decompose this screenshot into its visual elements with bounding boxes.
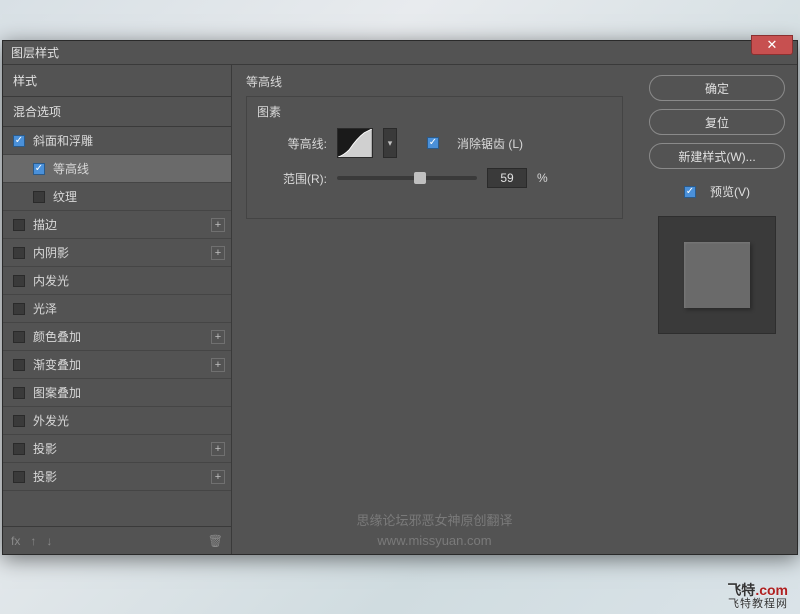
style-checkbox[interactable] — [33, 191, 45, 203]
style-label: 纹理 — [53, 188, 77, 205]
style-checkbox[interactable] — [13, 471, 25, 483]
titlebar[interactable]: 图层样式 ✕ — [3, 41, 797, 65]
style-item[interactable]: 描边 + — [3, 211, 231, 239]
move-down-icon[interactable]: ↓ — [46, 534, 52, 548]
antialias-checkbox[interactable] — [427, 137, 439, 149]
contour-row: 等高线: ▾ 消除锯齿 (L) — [257, 128, 612, 158]
antialias-label: 消除锯齿 (L) — [457, 135, 523, 152]
style-item[interactable]: 渐变叠加 + — [3, 351, 231, 379]
dialog-title: 图层样式 — [11, 44, 59, 61]
add-effect-icon[interactable]: + — [211, 330, 225, 344]
style-label: 颜色叠加 — [33, 328, 81, 345]
add-effect-icon[interactable]: + — [211, 442, 225, 456]
chevron-down-icon: ▾ — [388, 138, 393, 149]
style-label: 斜面和浮雕 — [33, 132, 93, 149]
close-icon: ✕ — [767, 37, 778, 53]
add-effect-icon[interactable]: + — [211, 358, 225, 372]
range-input[interactable] — [487, 168, 527, 188]
blending-options[interactable]: 混合选项 — [3, 97, 231, 127]
style-item[interactable]: 内发光 — [3, 267, 231, 295]
move-up-icon[interactable]: ↑ — [30, 534, 36, 548]
add-effect-icon[interactable]: + — [211, 470, 225, 484]
style-label: 描边 — [33, 216, 57, 233]
logo-main1: 飞特 — [727, 582, 755, 598]
preview-swatch — [684, 242, 750, 308]
style-label: 内阴影 — [33, 244, 69, 261]
style-item[interactable]: 投影 + — [3, 435, 231, 463]
style-item[interactable]: 颜色叠加 + — [3, 323, 231, 351]
style-item[interactable]: 纹理 — [3, 183, 231, 211]
range-slider[interactable] — [337, 176, 477, 180]
style-label: 内发光 — [33, 272, 69, 289]
ok-button[interactable]: 确定 — [649, 75, 785, 101]
add-effect-icon[interactable]: + — [211, 218, 225, 232]
preview-toggle-row: 预览(V) — [684, 183, 750, 200]
contour-label: 等高线: — [257, 135, 327, 152]
trash-icon[interactable]: 🗑 — [208, 534, 223, 548]
style-item[interactable]: 投影 + — [3, 463, 231, 491]
style-label: 图案叠加 — [33, 384, 81, 401]
watermark: 思缘论坛邪恶女神原创翻译 www.missyuan.com — [232, 511, 637, 550]
watermark-line1: 思缘论坛邪恶女神原创翻译 — [232, 511, 637, 531]
style-item[interactable]: 图案叠加 — [3, 379, 231, 407]
preview-label: 预览(V) — [710, 183, 750, 200]
add-effect-icon[interactable]: + — [211, 246, 225, 260]
action-panel: 确定 复位 新建样式(W)... 预览(V) — [637, 65, 797, 554]
style-checkbox[interactable] — [13, 135, 25, 147]
style-item[interactable]: 斜面和浮雕 — [3, 127, 231, 155]
contour-picker[interactable] — [337, 128, 373, 158]
layer-style-dialog: 图层样式 ✕ 样式 混合选项 斜面和浮雕等高线纹理描边+内阴影+内发光光泽颜色叠… — [2, 40, 798, 555]
reset-button[interactable]: 复位 — [649, 109, 785, 135]
new-style-button[interactable]: 新建样式(W)... — [649, 143, 785, 169]
range-row: 范围(R): % — [257, 168, 612, 188]
style-checkbox[interactable] — [13, 275, 25, 287]
style-checkbox[interactable] — [13, 303, 25, 315]
style-item[interactable]: 外发光 — [3, 407, 231, 435]
dialog-body: 样式 混合选项 斜面和浮雕等高线纹理描边+内阴影+内发光光泽颜色叠加+渐变叠加+… — [3, 65, 797, 554]
style-checkbox[interactable] — [13, 247, 25, 259]
style-list: 斜面和浮雕等高线纹理描边 + 内阴影 + 内发光光泽颜色叠加 + 渐变叠加 + 图案叠加外发光投… — [3, 127, 231, 491]
style-label: 渐变叠加 — [33, 356, 81, 373]
section-title: 等高线 — [246, 73, 623, 90]
style-checkbox[interactable] — [13, 387, 25, 399]
logo-main2: .com — [755, 582, 788, 598]
style-label: 投影 — [33, 440, 57, 457]
elements-label: 图素 — [257, 103, 612, 120]
settings-panel: 等高线 图素 等高线: ▾ 消除锯齿 (L) 范围(R): — [232, 65, 637, 554]
slider-thumb[interactable] — [414, 172, 426, 184]
style-checkbox[interactable] — [13, 359, 25, 371]
style-label: 等高线 — [53, 160, 89, 177]
site-logo: 飞特.com 飞特教程网 — [727, 583, 788, 610]
styles-panel: 样式 混合选项 斜面和浮雕等高线纹理描边 + 内阴影 + 内发光光泽颜色叠加 + 渐变叠加 +… — [3, 65, 232, 554]
style-checkbox[interactable] — [13, 415, 25, 427]
style-label: 光泽 — [33, 300, 57, 317]
elements-group: 图素 等高线: ▾ 消除锯齿 (L) 范围(R): — [246, 96, 623, 219]
contour-dropdown-arrow[interactable]: ▾ — [383, 128, 397, 158]
styles-footer: fx ↑ ↓ 🗑 — [3, 526, 231, 554]
style-checkbox[interactable] — [33, 163, 45, 175]
style-checkbox[interactable] — [13, 331, 25, 343]
close-button[interactable]: ✕ — [751, 35, 793, 55]
style-item[interactable]: 等高线 — [3, 155, 231, 183]
style-item[interactable]: 内阴影 + — [3, 239, 231, 267]
style-item[interactable]: 光泽 — [3, 295, 231, 323]
style-label: 外发光 — [33, 412, 69, 429]
preview-checkbox[interactable] — [684, 186, 696, 198]
style-checkbox[interactable] — [13, 443, 25, 455]
fx-icon[interactable]: fx — [11, 534, 20, 548]
style-label: 投影 — [33, 468, 57, 485]
percent-sign: % — [537, 171, 548, 185]
preview-box — [658, 216, 776, 334]
styles-header[interactable]: 样式 — [3, 65, 231, 97]
style-checkbox[interactable] — [13, 219, 25, 231]
watermark-line2: www.missyuan.com — [232, 531, 637, 551]
logo-sub: 飞特教程网 — [727, 598, 788, 610]
range-label: 范围(R): — [257, 170, 327, 187]
